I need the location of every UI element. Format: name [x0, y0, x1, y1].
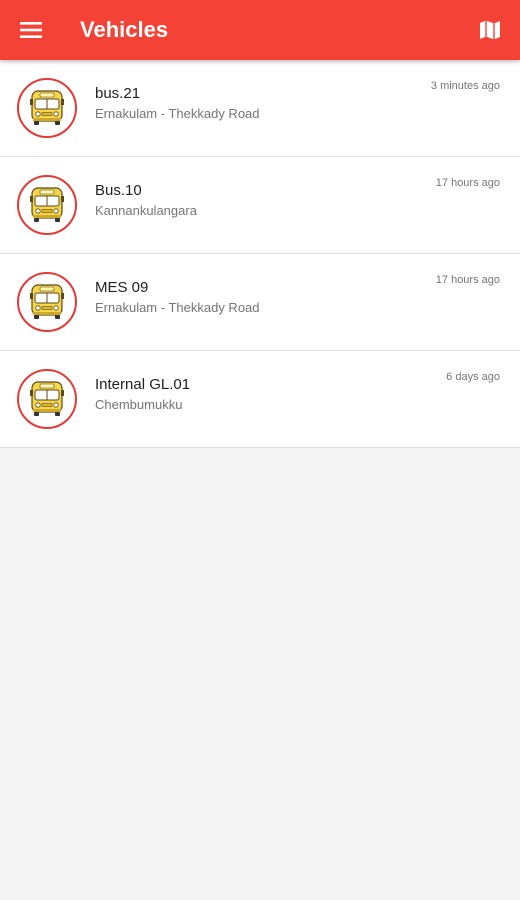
vehicle-list-item[interactable]: bus.21 Ernakulam - Thekkady Road 3 minut…	[0, 60, 520, 157]
app-toolbar: Vehicles	[0, 0, 520, 60]
school-bus-icon	[30, 90, 64, 125]
vehicle-text: MES 09 Ernakulam - Thekkady Road	[95, 278, 260, 318]
vehicle-last-seen: 17 hours ago	[435, 177, 500, 189]
school-bus-icon	[30, 381, 64, 416]
hamburger-menu-icon	[20, 22, 42, 38]
vehicle-last-seen: 6 days ago	[446, 371, 500, 383]
vehicle-route: Ernakulam - Thekkady Road	[95, 106, 260, 121]
vehicle-text: Internal GL.01 Chembumukku	[95, 375, 190, 415]
vehicle-name: Bus.10	[95, 182, 142, 199]
map-icon	[480, 20, 500, 40]
vehicle-text: Bus.10 Kannankulangara	[95, 181, 197, 221]
map-button[interactable]	[474, 14, 506, 46]
vehicle-list-item[interactable]: MES 09 Ernakulam - Thekkady Road 17 hour…	[0, 254, 520, 351]
vehicle-name: Internal GL.01	[95, 376, 191, 393]
vehicle-name: MES 09	[95, 279, 149, 296]
vehicle-avatar	[17, 369, 77, 429]
vehicle-route: Kannankulangara	[95, 203, 197, 218]
vehicle-last-seen: 17 hours ago	[435, 274, 500, 286]
school-bus-icon	[30, 284, 64, 319]
vehicle-list-item[interactable]: Bus.10 Kannankulangara 17 hours ago	[0, 157, 520, 254]
menu-button[interactable]	[0, 0, 62, 60]
vehicle-route: Chembumukku	[95, 397, 183, 412]
school-bus-icon	[30, 187, 64, 222]
app-screen: Vehicles bus.21 Ernakulam - Thekkady Roa…	[0, 0, 520, 900]
page-title: Vehicles	[80, 17, 169, 42]
vehicle-text: bus.21 Ernakulam - Thekkady Road	[95, 84, 260, 124]
vehicle-avatar	[17, 272, 77, 332]
vehicle-last-seen: 3 minutes ago	[430, 80, 500, 92]
vehicle-avatar	[17, 175, 77, 235]
vehicle-list-item[interactable]: Internal GL.01 Chembumukku 6 days ago	[0, 351, 520, 448]
vehicle-name: bus.21	[95, 85, 141, 102]
vehicle-list: bus.21 Ernakulam - Thekkady Road 3 minut…	[0, 60, 520, 448]
vehicle-avatar	[17, 78, 77, 138]
vehicle-route: Ernakulam - Thekkady Road	[95, 300, 260, 315]
